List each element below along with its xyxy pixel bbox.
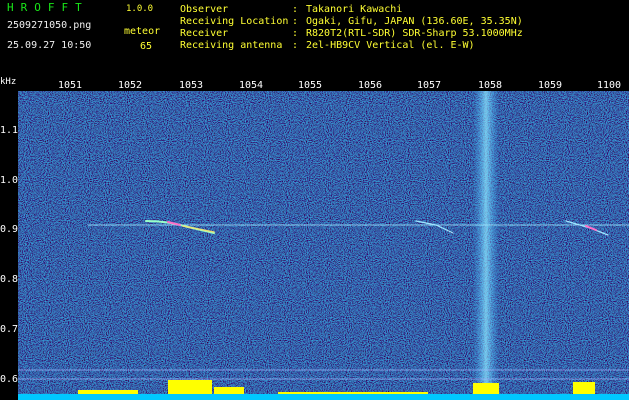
observer-value: Takanori Kawachi	[306, 4, 403, 15]
file-name: 2509271050.png	[7, 20, 92, 31]
x-tick-label: 1058	[477, 80, 503, 91]
app-title: HROFFT	[7, 1, 89, 14]
timestamp: 25.09.27 10:50	[7, 40, 92, 51]
y-tick-label: 0.6	[0, 374, 19, 385]
app-version: 1.0.0	[126, 4, 154, 14]
receiver-value: R820T2(RTL-SDR) SDR-Sharp 53.1000MHz	[306, 28, 523, 39]
location-label: Receiving Location	[180, 16, 289, 27]
x-tick-label: 1056	[357, 80, 383, 91]
interference-band	[473, 91, 499, 391]
y-tick-label: 1.1	[0, 125, 19, 136]
receiver-label: Receiver	[180, 28, 229, 39]
observer-label: Observer	[180, 4, 229, 15]
y-tick-label: 0.9	[0, 224, 19, 235]
y-tick-label: 0.7	[0, 324, 19, 335]
spectrogram-plot	[18, 91, 629, 400]
spectrogram-noise	[18, 91, 629, 400]
y-tick-label: 1.0	[0, 175, 19, 186]
receiver-colon: :	[292, 28, 299, 39]
header-panel: HROFFT 1.0.0 2509271050.png 25.09.27 10:…	[0, 0, 629, 91]
y-tick-label: 0.8	[0, 274, 19, 285]
x-tick-label: 1055	[297, 80, 323, 91]
x-tick-label: 1053	[178, 80, 204, 91]
meteor-count-value: 65	[140, 41, 153, 52]
antenna-label: Receiving antenna	[180, 40, 283, 51]
x-tick-label: 1100	[596, 80, 622, 91]
histogram-baseline	[18, 394, 629, 400]
location-colon: :	[292, 16, 299, 27]
antenna-value: 2el-HB9CV Vertical (el. E-W)	[306, 40, 475, 51]
x-tick-label: 1052	[117, 80, 143, 91]
observer-colon: :	[292, 4, 299, 15]
x-tick-label: 1057	[416, 80, 442, 91]
x-tick-label: 1059	[537, 80, 563, 91]
x-tick-label: 1051	[57, 80, 83, 91]
location-value: Ogaki, Gifu, JAPAN (136.60E, 35.35N)	[306, 16, 523, 27]
meteor-count-label: meteor	[124, 26, 161, 37]
antenna-colon: :	[292, 40, 299, 51]
x-tick-label: 1054	[238, 80, 264, 91]
y-unit-label: kHz	[0, 77, 17, 87]
